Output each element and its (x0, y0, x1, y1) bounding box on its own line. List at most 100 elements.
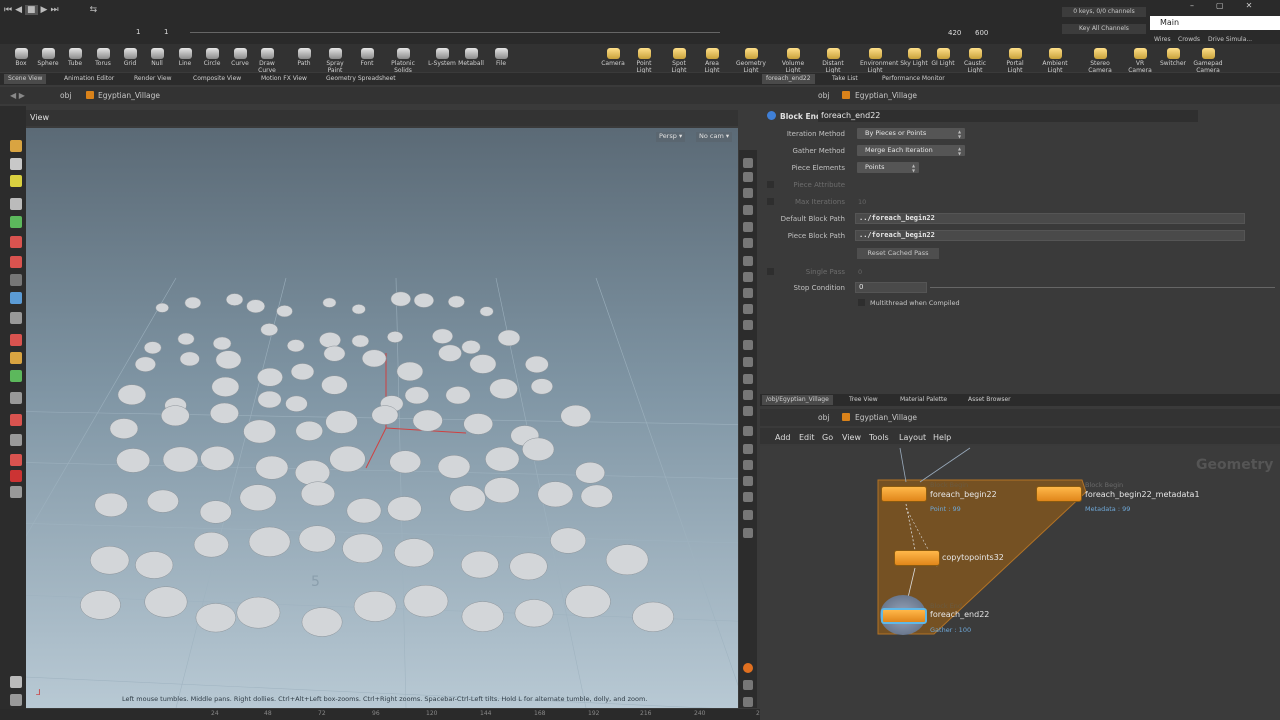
param-dropdown-2[interactable]: Points (857, 162, 919, 173)
left-tool-icon-3[interactable] (10, 198, 22, 210)
go-end-icon[interactable]: ⏭ (50, 5, 58, 15)
shelf-light-13[interactable]: Stereo Camera (1085, 46, 1115, 74)
node-foreach-begin22-metadata1[interactable] (1036, 486, 1082, 502)
network-menu-add[interactable]: Add (775, 433, 791, 442)
display-option-icon-14[interactable] (743, 390, 753, 400)
shelf-tool-6[interactable]: Line (170, 46, 200, 72)
right-tab-1[interactable]: Take List (828, 74, 862, 84)
network-menu-tools[interactable]: Tools (869, 433, 889, 442)
param-field-5[interactable]: ../foreach_begin22 (855, 213, 1245, 224)
key-all-channels-button[interactable]: Key All Channels (1062, 24, 1146, 34)
shelf-tool-0[interactable]: Box (6, 46, 36, 72)
nav-back-icon[interactable]: ◀ ▶ (10, 91, 25, 100)
shelf-light-11[interactable]: Portal Light (1000, 46, 1030, 74)
display-option-icon-25[interactable] (743, 697, 753, 707)
shelf-light-15[interactable]: Switcher (1158, 46, 1188, 72)
realtime-toggle-icon[interactable]: ⇆ (90, 5, 98, 15)
right-tab-2[interactable]: Performance Monitor (878, 74, 949, 84)
node-name-field[interactable]: foreach_end22 (818, 110, 1198, 122)
left-tool-icon-8[interactable] (10, 292, 22, 304)
left-tool-icon-12[interactable] (10, 370, 22, 382)
frame-current-field[interactable]: 1 (164, 28, 168, 36)
shelf-tool-5[interactable]: Null (142, 46, 172, 72)
play-icon[interactable]: ▶ (41, 5, 48, 15)
display-option-icon-12[interactable] (743, 357, 753, 367)
display-option-icon-23[interactable] (743, 663, 753, 673)
frame-end-a[interactable]: 420 (948, 29, 961, 37)
right-tab-0[interactable]: foreach_end22 (762, 74, 815, 84)
network-tab-0[interactable]: /obj/Egyptian_Village (762, 395, 833, 405)
display-option-icon-13[interactable] (743, 374, 753, 384)
left-tool-icon-17[interactable] (10, 470, 22, 482)
close-icon[interactable]: ✕ (1246, 1, 1253, 10)
left-tool-icon-10[interactable] (10, 334, 22, 346)
step-back-icon[interactable]: ◀ (15, 5, 22, 15)
frame-start-field[interactable]: 1 (136, 28, 140, 36)
network-menu-go[interactable]: Go (822, 433, 833, 442)
shelf-tool-15[interactable]: Metaball (456, 46, 486, 72)
path-obj-r[interactable]: obj (818, 91, 829, 100)
maximize-icon[interactable]: ▢ (1216, 1, 1224, 10)
shelf-tool-12[interactable]: Font (352, 46, 382, 72)
shelf-tool-14[interactable]: L-System (427, 46, 457, 72)
display-option-icon-22[interactable] (743, 528, 753, 538)
display-option-icon-21[interactable] (743, 510, 753, 520)
timeline-slider[interactable] (190, 32, 720, 33)
left-tool-icon-14[interactable] (10, 414, 22, 426)
left-tool-icon-7[interactable] (10, 274, 22, 286)
network-menu-view[interactable]: View (842, 433, 861, 442)
display-option-icon-19[interactable] (743, 476, 753, 486)
left-tool-icon-15[interactable] (10, 434, 22, 446)
shelf-tool-9[interactable]: Draw Curve (252, 46, 282, 74)
display-option-icon-10[interactable] (743, 320, 753, 330)
param-checkbox-4[interactable] (767, 198, 774, 205)
display-option-icon-17[interactable] (743, 444, 753, 454)
shelf-light-3[interactable]: Area Light (697, 46, 727, 74)
frame-end-b[interactable]: 600 (975, 29, 988, 37)
display-option-icon-7[interactable] (743, 272, 753, 282)
shelf-tool-16[interactable]: File (486, 46, 516, 72)
shelf-light-10[interactable]: Caustic Light (960, 46, 990, 74)
display-option-icon-16[interactable] (743, 426, 753, 436)
left-tool-icon-9[interactable] (10, 312, 22, 324)
network-menu-help[interactable]: Help (933, 433, 951, 442)
shelf-tool-7[interactable]: Circle (197, 46, 227, 72)
shelf-light-2[interactable]: Spot Light (664, 46, 694, 74)
param-dropdown-0[interactable]: By Pieces or Points (857, 128, 965, 139)
display-option-icon-2[interactable] (743, 188, 753, 198)
left-tool-icon-5[interactable] (10, 236, 22, 248)
stop-icon[interactable]: ■ (25, 5, 38, 15)
network-tab-3[interactable]: Asset Browser (964, 395, 1015, 405)
display-option-icon-1[interactable] (743, 172, 753, 182)
viewport[interactable]: 5 (26, 128, 738, 708)
left-tool-icon-16[interactable] (10, 454, 22, 466)
left-tool-icon-11[interactable] (10, 352, 22, 364)
left-tool-icon-6[interactable] (10, 256, 22, 268)
path-node[interactable]: Egyptian_Village (98, 91, 160, 100)
display-option-icon-18[interactable] (743, 460, 753, 470)
shelf-light-5[interactable]: Volume Light (778, 46, 808, 74)
display-option-icon-24[interactable] (743, 680, 753, 690)
shelf-tool-2[interactable]: Tube (60, 46, 90, 72)
network-menu-layout[interactable]: Layout (899, 433, 926, 442)
desktop-tab-0[interactable]: Wires (1154, 36, 1171, 43)
network-tab-2[interactable]: Material Palette (896, 395, 951, 405)
shelf-light-14[interactable]: VR Camera (1125, 46, 1155, 74)
shelf-tool-3[interactable]: Torus (88, 46, 118, 72)
shelf-tool-11[interactable]: Spray Paint (320, 46, 350, 74)
display-option-icon-3[interactable] (743, 205, 753, 215)
desktop-selector[interactable]: Main (1150, 16, 1280, 30)
display-option-icon-15[interactable] (743, 406, 753, 416)
tab-1[interactable]: Animation Editor (60, 74, 118, 84)
multithread-checkbox[interactable] (858, 299, 865, 306)
left-tool-icon-20[interactable] (10, 694, 22, 706)
shelf-light-9[interactable]: GI Light (928, 46, 958, 72)
node-copytopoints32[interactable] (894, 550, 940, 566)
left-tool-icon-13[interactable] (10, 392, 22, 404)
network-canvas[interactable]: Geometry Block Begin foreach_begin22 Poi… (760, 446, 1280, 720)
reset-cached-pass-button[interactable]: Reset Cached Pass (857, 248, 939, 259)
stop-condition-field[interactable]: 0 (855, 282, 927, 293)
shelf-light-16[interactable]: Gamepad Camera (1193, 46, 1223, 74)
left-tool-icon-1[interactable] (10, 158, 22, 170)
shelf-light-6[interactable]: Distant Light (818, 46, 848, 74)
